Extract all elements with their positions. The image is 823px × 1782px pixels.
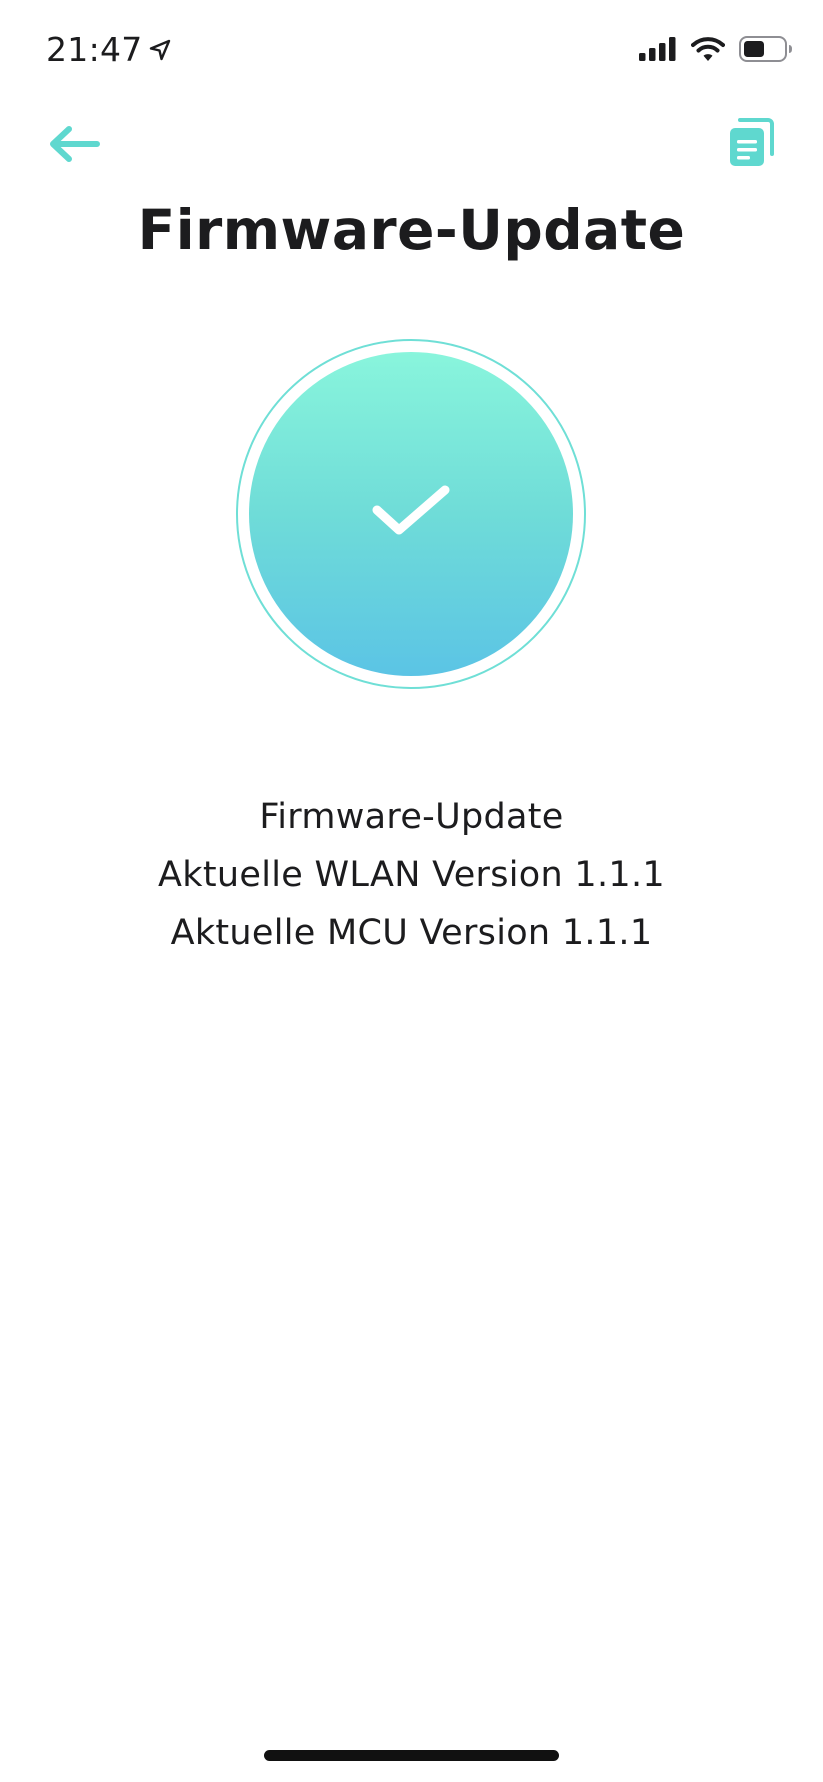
firmware-info: Firmware-Update Aktuelle WLAN Version 1.… [0,788,823,962]
mcu-version: Aktuelle MCU Version 1.1.1 [170,913,653,953]
home-indicator [264,1750,559,1761]
info-title: Firmware-Update [259,797,564,837]
wlan-version: Aktuelle WLAN Version 1.1.1 [158,855,665,895]
success-disc [249,352,573,676]
documents-icon [728,118,774,172]
status-time-text: 21:47 [46,30,143,69]
wifi-icon [691,36,725,66]
checkmark-icon [371,482,451,546]
status-indicators [639,36,793,66]
arrow-left-icon [47,124,101,168]
battery-icon [739,36,793,66]
location-arrow-icon [149,30,171,69]
page-title: Firmware-Update [137,198,686,262]
signal-icon [639,37,677,65]
documents-button[interactable] [721,114,781,176]
back-button[interactable] [44,118,104,174]
status-bar: 21:47 [0,0,823,100]
status-time: 21:47 [46,30,171,69]
